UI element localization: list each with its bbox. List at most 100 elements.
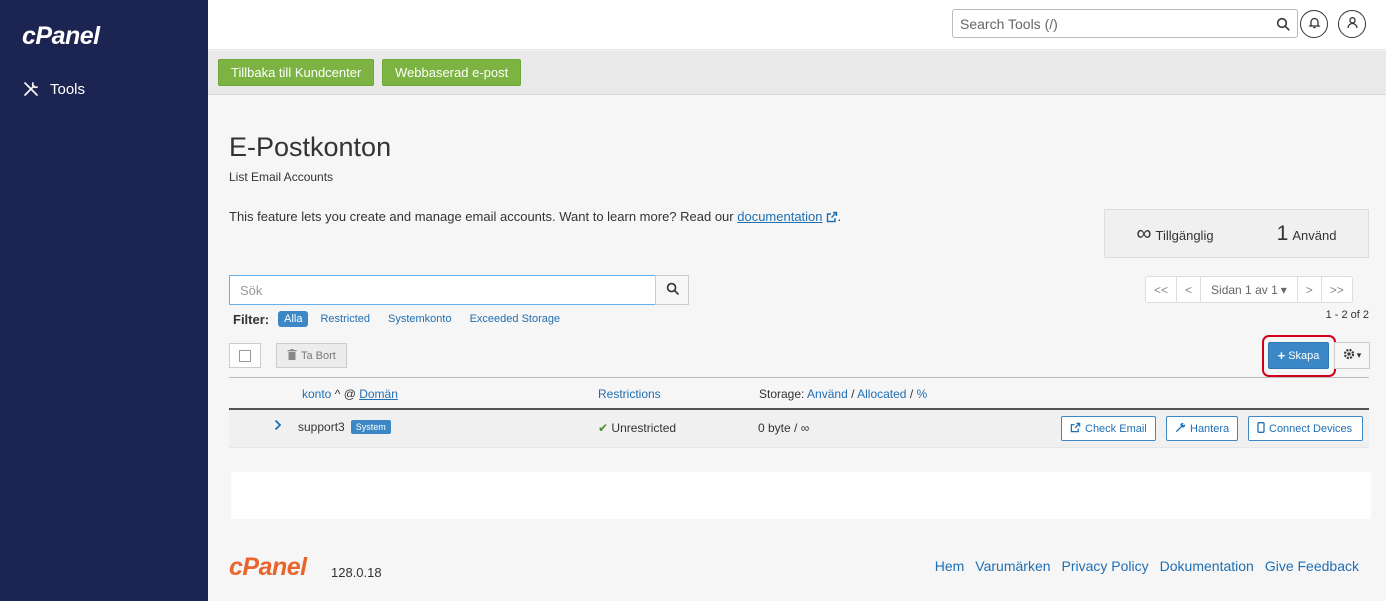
stat-available: ∞ Tillgänglig (1137, 222, 1214, 246)
top-bar (208, 0, 1386, 50)
col-account-label: konto (302, 387, 332, 401)
notifications-button[interactable] (1300, 10, 1328, 38)
search-tools-box (952, 9, 1298, 38)
restriction-cell: ✔ Unrestricted (598, 421, 676, 435)
mobile-icon (1257, 421, 1265, 436)
col-account[interactable]: konto ^ @ Domän (302, 387, 398, 401)
select-all-checkbox[interactable] (229, 343, 261, 368)
footer-link-home[interactable]: Hem (935, 558, 965, 574)
cpanel-logo[interactable]: cPanel (22, 22, 100, 51)
intro-end: . (837, 209, 842, 224)
col-storage: Storage: Använd / Allocated / % (759, 387, 927, 401)
user-icon (1346, 16, 1359, 32)
filter-system-account[interactable]: Systemkonto (382, 311, 458, 327)
table-header: konto ^ @ Domän Restrictions Storage: An… (229, 377, 1369, 410)
footer-link-trademarks[interactable]: Varumärken (975, 558, 1050, 574)
stat-used: 1 Använd (1277, 222, 1337, 246)
check-email-button[interactable]: Check Email (1061, 416, 1156, 441)
footer-links: Hem Varumärken Privacy Policy Dokumentat… (935, 558, 1359, 574)
filter-bar: Filter: Alla Restricted Systemkonto Exce… (233, 311, 566, 327)
quota-stats: ∞ Tillgänglig 1 Använd (1104, 209, 1369, 258)
version-text: 128.0.18 (331, 565, 382, 580)
col-restrictions[interactable]: Restrictions (598, 387, 661, 401)
account-search (229, 275, 689, 305)
plus-icon: + (1277, 348, 1286, 363)
check-icon: ✔ (598, 421, 609, 435)
connect-devices-button[interactable]: Connect Devices (1248, 416, 1363, 441)
intro-body: This feature lets you create and manage … (229, 209, 738, 224)
search-icon[interactable] (1269, 17, 1297, 31)
expand-row-icon[interactable] (274, 419, 282, 434)
bell-icon (1307, 16, 1321, 32)
user-menu-button[interactable] (1338, 10, 1366, 38)
page-subtitle: List Email Accounts (229, 170, 334, 184)
footer-link-feedback[interactable]: Give Feedback (1265, 558, 1359, 574)
wrench-icon (1175, 422, 1186, 436)
restriction-value: Unrestricted (611, 421, 677, 435)
webmail-button[interactable]: Webbaserad e-post (382, 59, 522, 86)
storage-value: 0 byte / ∞ (758, 421, 810, 435)
settings-dropdown-button[interactable]: ▾ (1334, 342, 1370, 369)
col-storage-percent[interactable]: % (917, 387, 928, 401)
caret-down-icon: ▾ (1280, 282, 1287, 297)
col-storage-sep2: / (909, 387, 914, 401)
check-email-label: Check Email (1085, 422, 1147, 435)
system-badge: System (350, 420, 391, 434)
manage-label: Hantera (1190, 422, 1230, 435)
sidebar-item-tools[interactable]: Tools (22, 80, 85, 98)
filter-exceeded-storage[interactable]: Exceeded Storage (464, 311, 567, 327)
checkbox-box (239, 349, 251, 362)
external-link-icon (826, 211, 838, 226)
external-link-icon (1070, 422, 1081, 436)
footer-link-privacy[interactable]: Privacy Policy (1062, 558, 1149, 574)
search-icon (666, 282, 679, 298)
col-storage-prefix: Storage: (759, 387, 805, 401)
available-label: Tillgänglig (1155, 227, 1214, 243)
filter-all[interactable]: Alla (278, 311, 309, 327)
search-tools-input[interactable] (953, 10, 1269, 37)
pager-last[interactable]: >> (1320, 277, 1352, 302)
col-storage-allocated[interactable]: Allocated (857, 387, 906, 401)
used-value: 1 (1276, 221, 1289, 245)
col-at: @ (343, 387, 356, 401)
account-search-button[interactable] (655, 275, 689, 305)
used-label: Använd (1292, 227, 1337, 243)
caret-down-icon: ▾ (1356, 350, 1362, 360)
intro-text: This feature lets you create and manage … (229, 209, 841, 226)
back-to-customer-center-button[interactable]: Tillbaka till Kundcenter (218, 59, 375, 86)
pager-prev[interactable]: < (1176, 277, 1200, 302)
gear-icon (1343, 348, 1355, 363)
create-button[interactable]: + Skapa (1268, 342, 1329, 369)
sidebar: cPanel Tools (0, 0, 208, 601)
pager-next[interactable]: > (1296, 277, 1321, 302)
footer-link-documentation[interactable]: Dokumentation (1160, 558, 1254, 574)
result-count: 1 - 2 of 2 (1325, 309, 1369, 321)
delete-label: Ta Bort (301, 349, 336, 362)
page-title: E-Postkonton (229, 132, 392, 162)
pager-current-label: Sidan 1 av 1 (1211, 282, 1278, 297)
documentation-link[interactable]: documentation (737, 209, 822, 224)
col-domain[interactable]: Domän (359, 387, 398, 401)
tools-icon (22, 80, 40, 98)
col-storage-sep1: / (851, 387, 855, 401)
manage-button[interactable]: Hantera (1166, 416, 1239, 441)
create-label: Skapa (1288, 349, 1320, 362)
pagination: << < Sidan 1 av 1 ▾ > >> (1145, 276, 1353, 303)
empty-panel (231, 472, 1371, 519)
sidebar-item-label: Tools (50, 80, 86, 98)
filter-restricted[interactable]: Restricted (314, 311, 376, 327)
table-row: support3 System ✔ Unrestricted 0 byte / ∞… (229, 410, 1369, 448)
pager-first[interactable]: << (1146, 277, 1176, 302)
quick-links-bar: Tillbaka till Kundcenter Webbaserad e-po… (208, 51, 1386, 95)
account-name: support3 (298, 420, 345, 434)
footer-cpanel-logo[interactable]: cPanel (229, 553, 307, 582)
delete-button[interactable]: Ta Bort (276, 343, 347, 368)
account-search-input[interactable] (229, 275, 655, 305)
available-value: ∞ (1136, 221, 1152, 245)
trash-icon (287, 348, 297, 363)
sort-up-icon: ^ (334, 387, 341, 401)
pager-current[interactable]: Sidan 1 av 1 ▾ (1200, 277, 1297, 302)
filter-label: Filter: (233, 311, 270, 327)
account-name-cell: support3 System (298, 420, 391, 434)
col-storage-used[interactable]: Använd (807, 387, 848, 401)
